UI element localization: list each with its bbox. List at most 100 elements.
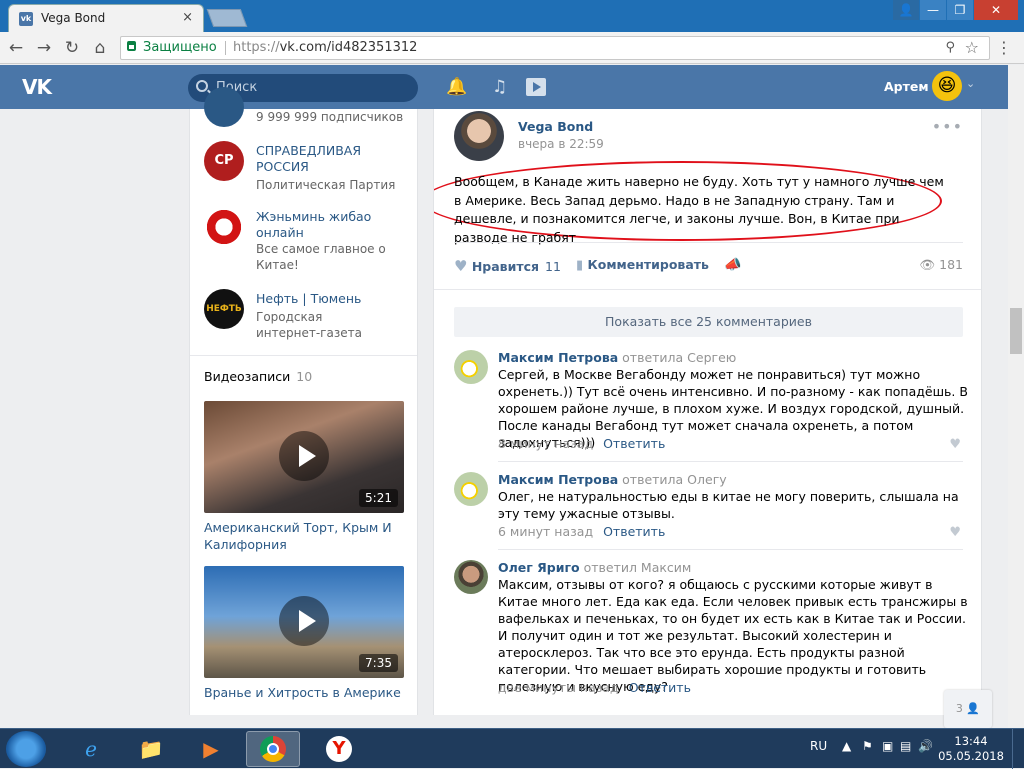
- tab-close-icon[interactable]: ×: [182, 10, 193, 25]
- comment-header: Олег Яриго ответил Максим: [498, 560, 691, 576]
- music-icon[interactable]: ♫: [492, 77, 507, 97]
- views-count: 181: [939, 257, 963, 272]
- video-title[interactable]: Вранье и Хитрость в Америке: [204, 684, 404, 701]
- home-icon[interactable]: ⌂: [90, 38, 110, 58]
- flag-icon[interactable]: ⚑: [862, 739, 873, 753]
- chat-count: 3: [955, 702, 963, 715]
- reply-link[interactable]: Ответить: [603, 524, 665, 539]
- user-icon: 👤: [966, 702, 981, 715]
- language-indicator[interactable]: RU: [810, 739, 827, 753]
- profile-icon[interactable]: 👤: [893, 0, 919, 20]
- start-button[interactable]: [6, 731, 46, 767]
- post-author-avatar[interactable]: [454, 111, 504, 161]
- user-avatar[interactable]: 😆: [932, 71, 962, 101]
- chevron-down-icon[interactable]: ⌄: [966, 77, 975, 90]
- post-author[interactable]: Vega Bond: [518, 119, 593, 134]
- comment-button[interactable]: ▮ Комментировать: [576, 257, 709, 273]
- comment-reply-to: ответила Олегу: [622, 472, 727, 487]
- back-icon[interactable]: ←: [6, 38, 26, 58]
- bell-icon[interactable]: 🔔: [446, 77, 467, 97]
- display-icon[interactable]: ▣: [882, 739, 893, 753]
- scrollbar-thumb[interactable]: [1010, 308, 1022, 354]
- more-options-icon[interactable]: •••: [932, 117, 963, 136]
- group-desc: 9 999 999 подписчиков: [256, 110, 404, 124]
- comment-avatar[interactable]: [454, 560, 488, 594]
- play-icon[interactable]: [279, 431, 329, 481]
- browser-tab[interactable]: vk Vega Bond ×: [8, 4, 204, 32]
- post-time[interactable]: вчера в 22:59: [518, 137, 604, 151]
- minimize-icon[interactable]: —: [920, 0, 946, 20]
- clock[interactable]: 13:44 05.05.2018: [936, 734, 1006, 764]
- video-play-icon[interactable]: [526, 78, 546, 96]
- close-window-icon[interactable]: ✕: [974, 0, 1018, 20]
- show-all-comments-button[interactable]: Показать все 25 комментариев: [454, 307, 963, 337]
- page-scrollbar[interactable]: [1008, 65, 1024, 728]
- group-item[interactable]: НЕФТЬ Нефть | Тюмень Городская интернет-…: [204, 289, 414, 345]
- group-desc: Все самое главное о Китае!: [256, 242, 386, 272]
- group-item[interactable]: 9 999 999 подписчиков: [204, 87, 414, 133]
- comment-text: Олег, не натуральностью еды в китае не м…: [498, 489, 959, 521]
- browser-menu-icon[interactable]: ⋮: [996, 38, 1012, 57]
- media-player-icon[interactable]: ▶: [184, 731, 238, 767]
- address-bar[interactable]: Защищено https://vk.com/id482351312 ⚲ ☆: [120, 36, 990, 60]
- comment-avatar[interactable]: [454, 350, 488, 384]
- comment-author[interactable]: Максим Петрова: [498, 350, 618, 365]
- comment-author[interactable]: Олег Яриго: [498, 560, 580, 575]
- user-name[interactable]: Артем: [884, 79, 929, 94]
- heart-icon[interactable]: ♥: [949, 437, 961, 452]
- comment-meta: 8 минут назад Ответить: [498, 436, 665, 451]
- like-button[interactable]: ♥ Нравится 11: [454, 257, 561, 275]
- videos-header[interactable]: Видеозаписи 10: [204, 369, 312, 384]
- reload-icon[interactable]: ↻: [62, 38, 82, 58]
- ie-icon[interactable]: ℯ: [64, 731, 118, 767]
- group-name[interactable]: Нефть | Тюмень: [256, 291, 406, 307]
- comment-meta: две минуты назад Ответить: [498, 680, 691, 695]
- group-name[interactable]: СПРАВЕДЛИВАЯ РОССИЯ: [256, 143, 396, 175]
- yandex-icon[interactable]: Y: [312, 731, 366, 767]
- videos-title: Видеозаписи: [204, 369, 291, 384]
- video-thumbnail[interactable]: 5:21: [204, 401, 404, 513]
- comment-time[interactable]: две минуты назад: [498, 680, 619, 695]
- comment-reply-to: ответила Сергею: [622, 350, 737, 365]
- url-scheme: https://: [233, 40, 280, 55]
- divider: [498, 461, 963, 462]
- new-tab-button[interactable]: [206, 9, 248, 27]
- comment-time[interactable]: 6 минут назад: [498, 524, 593, 539]
- group-avatar: [204, 207, 244, 247]
- group-name[interactable]: Жэньминь жибао онлайн: [256, 209, 396, 241]
- key-icon[interactable]: ⚲: [945, 40, 955, 55]
- divider: [498, 549, 963, 550]
- group-avatar: НЕФТЬ: [204, 289, 244, 329]
- video-thumbnail[interactable]: 7:35: [204, 566, 404, 678]
- volume-icon[interactable]: 🔊: [918, 739, 933, 753]
- network-icon[interactable]: ▤: [900, 739, 911, 753]
- comment-avatar[interactable]: [454, 472, 488, 506]
- comment-time[interactable]: 8 минут назад: [498, 436, 593, 451]
- tray-arrow-icon[interactable]: ▲: [842, 739, 851, 753]
- reply-link[interactable]: Ответить: [629, 680, 691, 695]
- comment-author[interactable]: Максим Петрова: [498, 472, 618, 487]
- heart-icon[interactable]: ♥: [949, 525, 961, 540]
- folder-icon[interactable]: 📁: [124, 731, 178, 767]
- post-text: Вообщем, в Канаде жить наверно не буду. …: [454, 174, 944, 245]
- like-count: 11: [545, 259, 561, 274]
- video-title[interactable]: Американский Торт, Крым И Калифорния: [204, 519, 404, 553]
- group-item[interactable]: Жэньминь жибао онлайн Все самое главное …: [204, 207, 414, 277]
- chrome-icon[interactable]: [246, 731, 300, 767]
- like-label: Нравится: [471, 259, 540, 274]
- show-desktop-button[interactable]: [1012, 729, 1024, 769]
- reply-link[interactable]: Ответить: [603, 436, 665, 451]
- bookmark-star-icon[interactable]: ☆: [965, 38, 979, 57]
- play-icon[interactable]: [279, 596, 329, 646]
- restore-icon[interactable]: ❐: [947, 0, 973, 20]
- url-text: https://vk.com/id482351312: [233, 40, 417, 55]
- group-avatar: СР: [204, 141, 244, 181]
- chat-badge[interactable]: 3 👤: [944, 690, 992, 728]
- group-item[interactable]: СР СПРАВЕДЛИВАЯ РОССИЯ Политическая Парт…: [204, 141, 414, 192]
- url-rest: vk.com/id482351312: [279, 40, 418, 55]
- forward-icon[interactable]: →: [34, 38, 54, 58]
- address-toolbar: ← → ↻ ⌂ Защищено https://vk.com/id482351…: [0, 32, 1024, 64]
- share-icon[interactable]: 📣: [724, 257, 741, 273]
- vk-logo[interactable]: VK: [22, 75, 52, 99]
- group-desc: Политическая Партия: [256, 178, 396, 192]
